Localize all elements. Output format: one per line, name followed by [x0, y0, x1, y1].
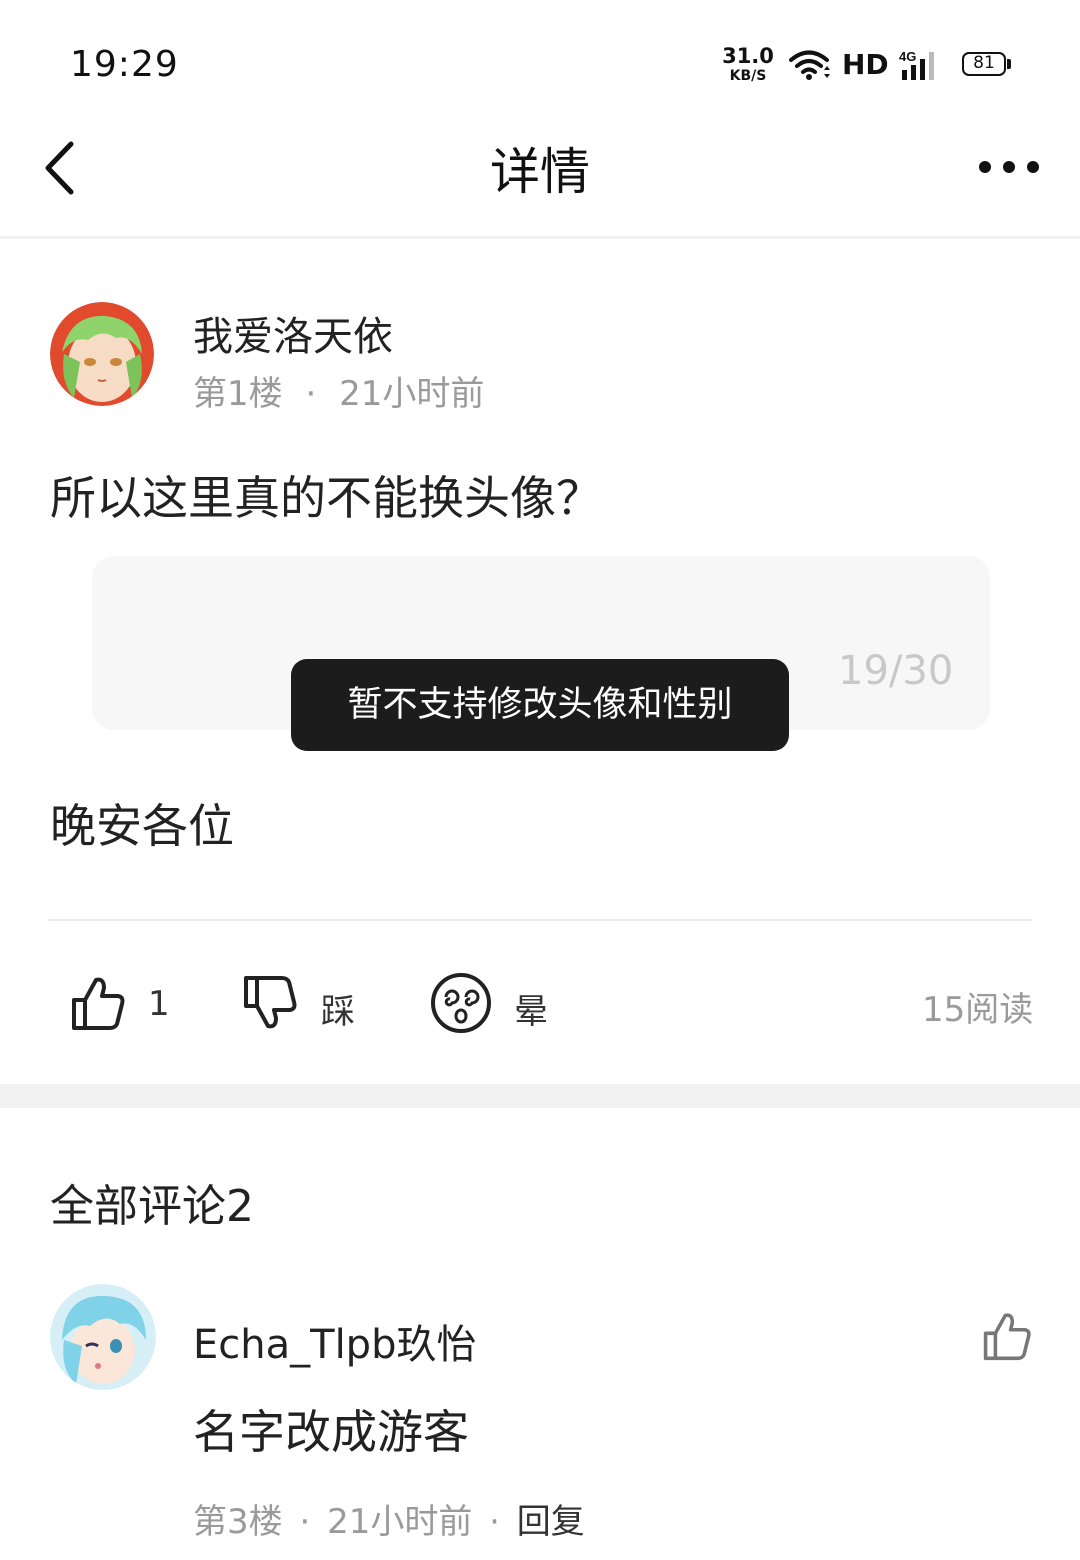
battery-icon: 81 — [962, 52, 1006, 76]
dizzy-face-icon[interactable] — [430, 972, 492, 1038]
comment-floor: 第3楼 — [193, 1502, 283, 1542]
like-count[interactable]: 1 — [148, 984, 170, 1024]
battery-tip — [1007, 59, 1011, 69]
comment-meta: 第3楼 · 21小时前 · 回复 — [193, 1494, 585, 1543]
thumbs-down-icon[interactable] — [242, 974, 298, 1036]
dizzy-label[interactable]: 晕 — [514, 984, 548, 1033]
post-divider — [48, 919, 1033, 921]
post-time: 21小时前 — [339, 374, 485, 414]
hd-indicator: HD — [842, 48, 889, 81]
wifi-icon — [788, 48, 832, 86]
network-speed: 31.0 KB/S — [722, 44, 774, 84]
read-count: 15阅读 — [922, 990, 1034, 1030]
comment-author-avatar[interactable] — [50, 1284, 156, 1390]
page-title: 详情 — [490, 143, 590, 201]
post-floor: 第1楼 — [193, 374, 283, 414]
network-speed-value: 31.0 — [722, 44, 774, 68]
reply-button[interactable]: 回复 — [517, 1502, 585, 1542]
comments-title: 全部评论2 — [50, 1181, 254, 1232]
post-author-avatar[interactable] — [50, 302, 154, 406]
comment-author-name[interactable]: Echa_Tlpb玖怡 — [193, 1312, 476, 1370]
thumbs-up-icon[interactable] — [70, 974, 126, 1036]
comment-text: 名字改成游客 — [193, 1405, 469, 1459]
meta-separator: · — [305, 374, 317, 414]
meta-separator: · — [489, 1502, 500, 1542]
status-time: 19:29 — [70, 44, 179, 85]
comment-time: 21小时前 — [327, 1502, 473, 1542]
more-dots-icon[interactable] — [976, 156, 1042, 182]
meta-separator: · — [299, 1502, 311, 1542]
chevron-left-icon[interactable] — [38, 138, 82, 202]
network-speed-unit: KB/S — [729, 68, 767, 84]
comment-thumbs-up-icon[interactable] — [982, 1310, 1032, 1366]
post-body-text: 所以这里真的不能换头像？ — [50, 471, 602, 525]
input-char-counter: 19/30 — [838, 648, 954, 694]
post-author-name[interactable]: 我爱洛天依 — [193, 304, 393, 362]
post-meta: 第1楼 · 21小时前 — [193, 366, 484, 415]
network-type-label: 4G — [899, 49, 916, 64]
section-divider — [0, 1084, 1080, 1108]
signal-icon: 4G — [898, 48, 944, 86]
dislike-label[interactable]: 踩 — [321, 984, 355, 1033]
toast-message: 暂不支持修改头像和性别 — [291, 659, 789, 751]
nav-divider — [0, 236, 1080, 239]
post-body-text-2: 晚安各位 — [50, 799, 234, 853]
